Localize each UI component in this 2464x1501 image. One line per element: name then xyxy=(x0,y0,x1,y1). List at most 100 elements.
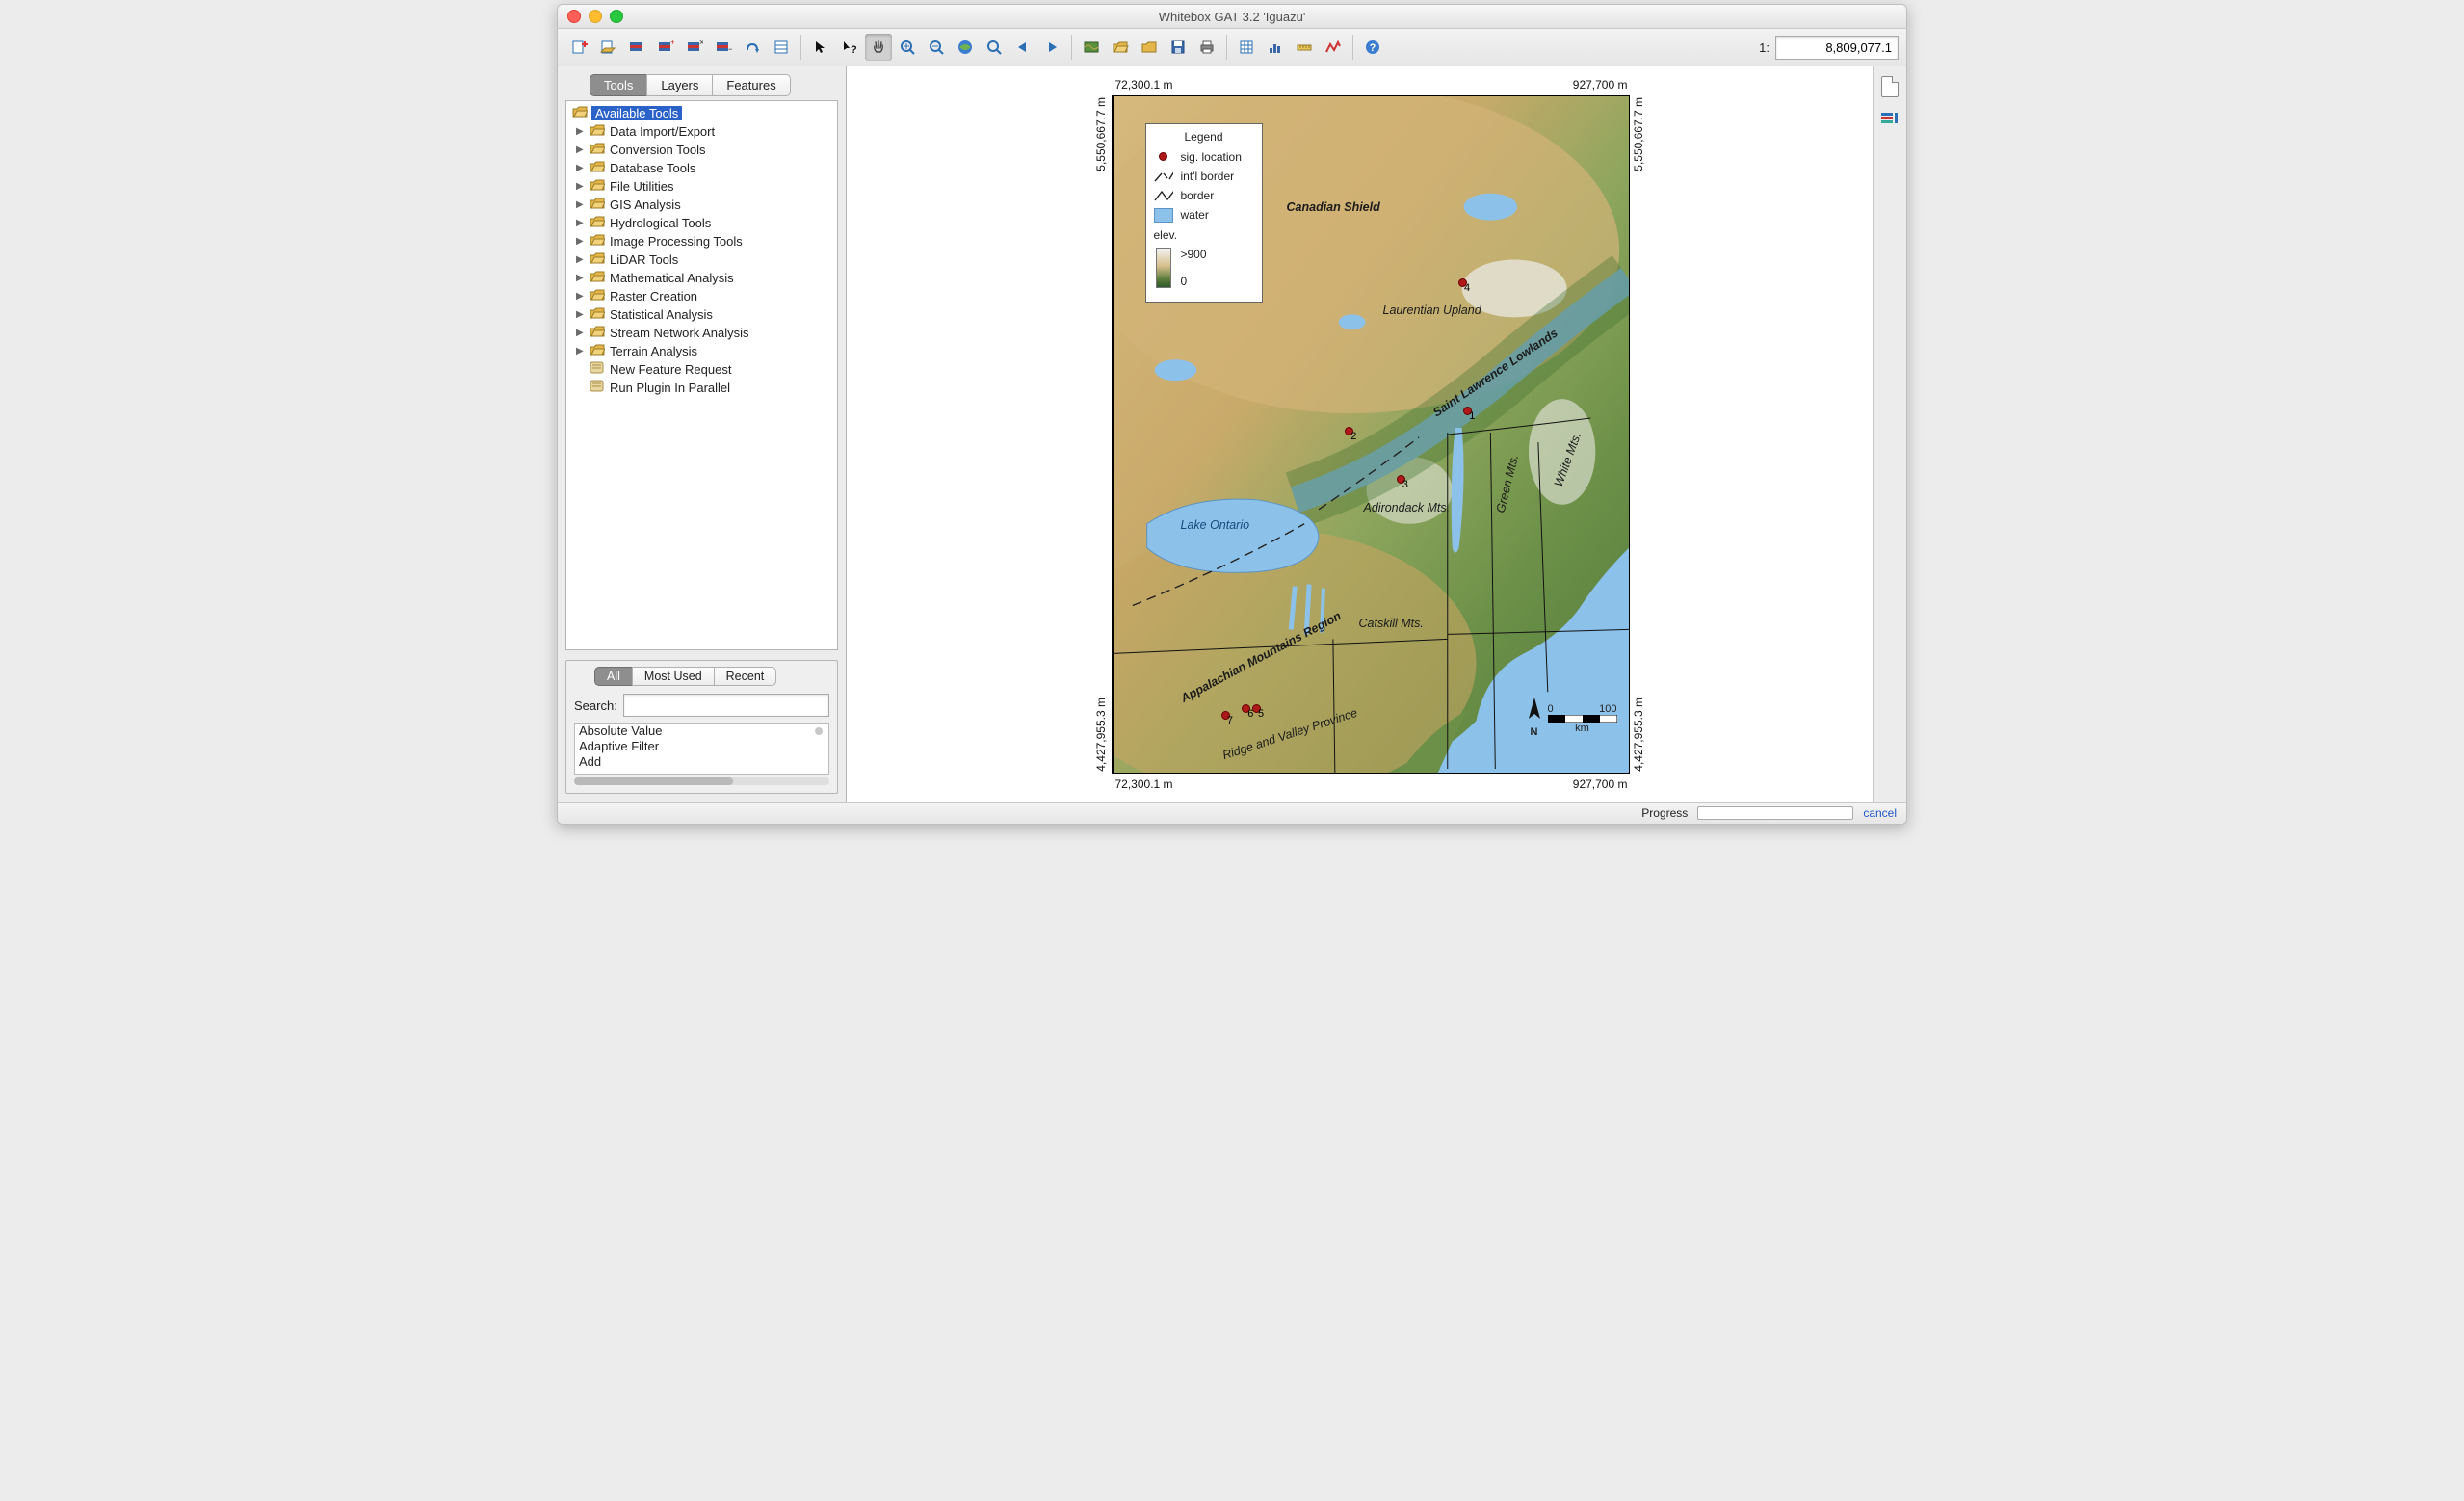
zoom-in-tool[interactable] xyxy=(894,34,921,61)
tree-folder[interactable]: ▶Stream Network Analysis xyxy=(568,324,835,342)
tree-folder[interactable]: ▶Database Tools xyxy=(568,159,835,177)
new-document-icon[interactable] xyxy=(1881,76,1899,97)
label-catskill: Catskill Mts. xyxy=(1359,617,1424,630)
identify-tool[interactable]: ? xyxy=(836,34,863,61)
y-axis-bot-r: 4,427,955.3 m xyxy=(1632,698,1645,772)
map-properties-button[interactable] xyxy=(1078,34,1105,61)
tab-tools[interactable]: Tools xyxy=(590,74,647,96)
zoom-window-button[interactable] xyxy=(610,10,623,23)
add-raster-layer-button[interactable]: + xyxy=(652,34,679,61)
previous-extent-button[interactable] xyxy=(1009,34,1036,61)
zoom-to-layer-tool[interactable] xyxy=(981,34,1008,61)
tree-folder[interactable]: ▶GIS Analysis xyxy=(568,196,835,214)
scale-input[interactable] xyxy=(1775,36,1899,60)
folder-button[interactable] xyxy=(1136,34,1163,61)
label-adirondack: Adirondack Mts. xyxy=(1364,501,1451,514)
attribute-table-button[interactable] xyxy=(768,34,795,61)
folder-open-icon xyxy=(590,142,605,158)
map-canvas[interactable]: Legend sig. location int'l border border… xyxy=(1112,95,1630,774)
tree-folder[interactable]: ▶Conversion Tools xyxy=(568,141,835,159)
print-map-button[interactable] xyxy=(623,34,650,61)
results-scrollbar[interactable] xyxy=(574,777,829,785)
search-input[interactable] xyxy=(623,694,829,717)
cancel-button[interactable]: cancel xyxy=(1863,806,1897,820)
remove-layer-button[interactable]: − xyxy=(710,34,737,61)
water-swatch-icon xyxy=(1154,208,1173,223)
result-item[interactable]: Adaptive Filter xyxy=(575,739,828,754)
scalebar-unit: km xyxy=(1548,723,1617,734)
open-map-button[interactable] xyxy=(594,34,621,61)
legend-intl: int'l border xyxy=(1181,170,1235,183)
raise-layer-button[interactable] xyxy=(739,34,766,61)
add-vector-layer-button[interactable]: × xyxy=(681,34,708,61)
tree-folder[interactable]: ▶Data Import/Export xyxy=(568,122,835,141)
tree-folder[interactable]: ▶Terrain Analysis xyxy=(568,342,835,360)
filter-recent[interactable]: Recent xyxy=(714,667,777,686)
map-view[interactable]: 72,300.1 m 927,700 m 72,300.1 m 927,700 … xyxy=(847,66,1873,802)
minimize-window-button[interactable] xyxy=(589,10,602,23)
elevation-gradient-icon xyxy=(1156,248,1171,288)
map-point-label: 1 xyxy=(1469,410,1475,422)
tree-folder[interactable]: ▶Hydrological Tools xyxy=(568,214,835,232)
pan-tool[interactable] xyxy=(865,34,892,61)
y-axis-top-r: 5,550,667.7 m xyxy=(1632,97,1645,171)
result-item[interactable]: Absolute Value xyxy=(575,724,828,739)
new-map-button[interactable] xyxy=(565,34,592,61)
legend-elev-hi: >900 xyxy=(1181,248,1207,261)
tree-folder[interactable]: ▶Image Processing Tools xyxy=(568,232,835,250)
window-controls xyxy=(567,10,623,23)
tree-leaf-label: Run Plugin In Parallel xyxy=(610,381,730,395)
palette-icon[interactable] xyxy=(1881,111,1899,129)
pointer-tool[interactable] xyxy=(807,34,834,61)
app-window: Whitebox GAT 3.2 'Iguazu' + × − ? ? xyxy=(557,4,1907,825)
search-results[interactable]: Absolute ValueAdaptive FilterAdd xyxy=(574,723,829,775)
tree-leaf[interactable]: Run Plugin In Parallel xyxy=(568,379,835,397)
open-folder-button[interactable] xyxy=(1107,34,1134,61)
legend-elev-label: elev. xyxy=(1154,228,1254,242)
folder-open-icon xyxy=(590,160,605,176)
legend-water: water xyxy=(1181,208,1209,222)
close-window-button[interactable] xyxy=(567,10,581,23)
folder-open-icon xyxy=(590,343,605,359)
result-item[interactable]: Add xyxy=(575,754,828,770)
measure-button[interactable] xyxy=(1291,34,1318,61)
tools-tree[interactable]: Available Tools ▶Data Import/Export▶Conv… xyxy=(565,100,838,650)
tree-folder[interactable]: ▶Raster Creation xyxy=(568,287,835,305)
label-canadian-shield: Canadian Shield xyxy=(1287,200,1380,214)
tab-features[interactable]: Features xyxy=(712,74,790,96)
tree-root[interactable]: Available Tools xyxy=(568,104,835,122)
zoom-full-extent-tool[interactable] xyxy=(952,34,979,61)
save-button[interactable] xyxy=(1165,34,1192,61)
tab-layers[interactable]: Layers xyxy=(646,74,713,96)
map-point-label: 3 xyxy=(1402,479,1408,490)
toolbar-separator xyxy=(1071,35,1072,60)
profile-button[interactable] xyxy=(1320,34,1347,61)
tree-leaf[interactable]: New Feature Request xyxy=(568,360,835,379)
script-icon xyxy=(590,361,605,378)
chevron-right-icon: ▶ xyxy=(576,181,585,192)
folder-open-icon xyxy=(590,178,605,195)
tree-folder-label: Mathematical Analysis xyxy=(610,271,734,285)
tree-folder[interactable]: ▶Statistical Analysis xyxy=(568,305,835,324)
zoom-out-tool[interactable] xyxy=(923,34,950,61)
filter-most-used[interactable]: Most Used xyxy=(632,667,715,686)
data-table-button[interactable] xyxy=(1233,34,1260,61)
tree-folder-label: Conversion Tools xyxy=(610,143,705,157)
filter-all[interactable]: All xyxy=(594,667,633,686)
next-extent-button[interactable] xyxy=(1038,34,1065,61)
tree-folder[interactable]: ▶File Utilities xyxy=(568,177,835,196)
help-button[interactable]: ? xyxy=(1359,34,1386,61)
folder-open-icon xyxy=(590,215,605,231)
chevron-right-icon: ▶ xyxy=(576,309,585,320)
search-label: Search: xyxy=(574,698,617,713)
printer-button[interactable] xyxy=(1193,34,1220,61)
x-axis-left-b: 72,300.1 m xyxy=(1115,777,1173,791)
folder-open-icon xyxy=(590,197,605,213)
tree-folder-label: GIS Analysis xyxy=(610,198,681,212)
tree-folder-label: LiDAR Tools xyxy=(610,252,678,267)
tree-folder[interactable]: ▶ Mathematical Analysis xyxy=(568,269,835,287)
chevron-right-icon: ▶ xyxy=(576,273,585,283)
tree-folder[interactable]: ▶LiDAR Tools xyxy=(568,250,835,269)
toolbar-separator xyxy=(800,35,801,60)
histogram-button[interactable] xyxy=(1262,34,1289,61)
